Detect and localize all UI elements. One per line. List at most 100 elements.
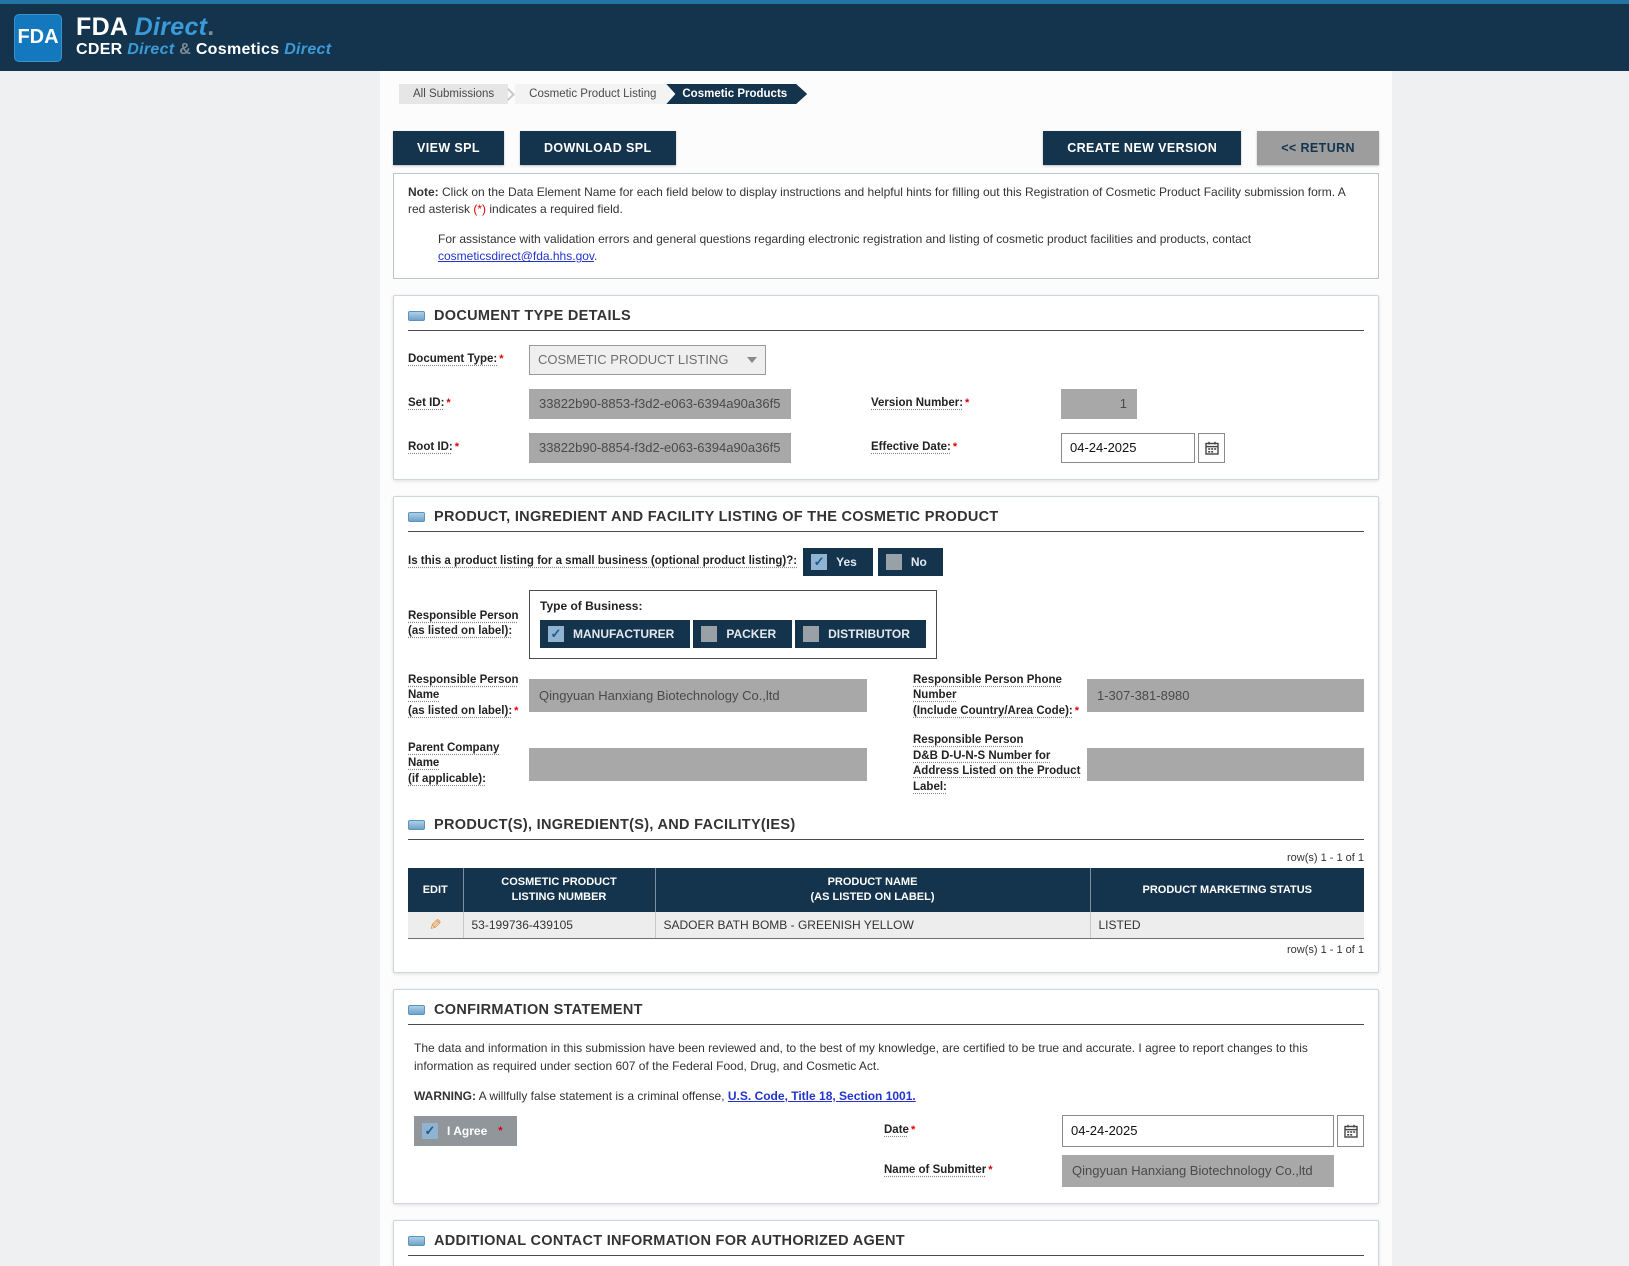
- small-business-toggle: ✓ Yes No: [803, 548, 943, 576]
- i-agree-label: I Agree: [447, 1124, 487, 1138]
- toolbar-right: CREATE NEW VERSION << RETURN: [1043, 131, 1379, 165]
- brand-title-accent: Direct: [135, 13, 208, 41]
- document-type-details-header: DOCUMENT TYPE DETAILS: [408, 308, 1364, 331]
- create-new-version-button[interactable]: CREATE NEW VERSION: [1043, 131, 1241, 165]
- responsible-person-name-value: Qingyuan Hanxiang Biotechnology Co.,ltd: [539, 688, 780, 703]
- unchecked-checkbox-icon: [803, 626, 819, 642]
- collapse-icon[interactable]: [408, 1236, 425, 1246]
- version-number-value: 1: [1120, 396, 1127, 411]
- effective-date-label[interactable]: Effective Date:: [871, 441, 951, 453]
- confirmation-text: The data and information in this submiss…: [408, 1039, 1364, 1075]
- products-facilities-title: PRODUCT(S), INGREDIENT(S), AND FACILITY(…: [434, 817, 795, 833]
- warning-body: A willfully false statement is a crimina…: [476, 1089, 728, 1103]
- effective-date-input[interactable]: [1061, 433, 1195, 463]
- date-label[interactable]: Date: [884, 1124, 909, 1136]
- confirmation-statement-card: CONFIRMATION STATEMENT The data and info…: [393, 989, 1379, 1204]
- brand-title-period: .: [207, 13, 214, 41]
- breadcrumb-cosmetic-products[interactable]: Cosmetic Products: [666, 84, 807, 104]
- us-code-link[interactable]: U.S. Code, Title 18, Section 1001.: [728, 1089, 916, 1103]
- i-agree-checkbox[interactable]: ✓ I Agree *: [414, 1116, 517, 1146]
- required-asterisk: *: [965, 397, 969, 409]
- note-text: Note: Click on the Data Element Name for…: [408, 184, 1364, 219]
- set-id-field: 33822b90-8853-f3d2-e063-6394a90a36f5: [529, 389, 791, 419]
- document-type-details-title: DOCUMENT TYPE DETAILS: [434, 308, 631, 324]
- toolbar: VIEW SPL DOWNLOAD SPL CREATE NEW VERSION…: [393, 131, 1379, 165]
- parent-company-label[interactable]: Parent Company Name (if applicable):: [408, 742, 499, 785]
- document-type-select[interactable]: COSMETIC PRODUCT LISTING: [529, 345, 766, 375]
- required-asterisk: *: [498, 1125, 502, 1137]
- required-asterisk: *: [911, 1124, 915, 1136]
- parent-company-field: [529, 748, 867, 781]
- products-table: EDIT COSMETIC PRODUCT LISTING NUMBER PRO…: [408, 868, 1364, 939]
- page-body: All Submissions Cosmetic Product Listing…: [0, 71, 1629, 1266]
- root-id-label[interactable]: Root ID:: [408, 441, 453, 453]
- root-id-value: 33822b90-8854-f3d2-e063-6394a90a36f5: [539, 440, 780, 455]
- collapse-icon[interactable]: [408, 820, 425, 830]
- required-asterisk: *: [514, 705, 518, 717]
- name-of-submitter-value: Qingyuan Hanxiang Biotechnology Co.,ltd: [1072, 1163, 1313, 1178]
- download-spl-button[interactable]: DOWNLOAD SPL: [520, 131, 676, 165]
- collapse-icon[interactable]: [408, 311, 425, 321]
- manufacturer-label: MANUFACTURER: [573, 627, 674, 641]
- responsible-person-phone-value: 1-307-381-8980: [1097, 688, 1190, 703]
- responsible-person-phone-label[interactable]: Responsible Person Phone Number (Include…: [913, 674, 1073, 717]
- type-of-business-label: Type of Business:: [540, 599, 926, 613]
- checked-checkbox-icon: ✓: [811, 554, 827, 570]
- checked-checkbox-icon: ✓: [422, 1123, 438, 1139]
- collapse-icon[interactable]: [408, 512, 425, 522]
- marketing-status-column-header: PRODUCT MARKETING STATUS: [1090, 868, 1364, 912]
- view-spl-button[interactable]: VIEW SPL: [393, 131, 504, 165]
- duns-number-label[interactable]: Responsible Person D&B D-U-N-S Number fo…: [913, 734, 1080, 793]
- product-listing-card: PRODUCT, INGREDIENT AND FACILITY LISTING…: [393, 496, 1379, 973]
- brand-ampersand: &: [179, 41, 191, 58]
- version-number-field: 1: [1061, 389, 1137, 419]
- collapse-icon[interactable]: [408, 1005, 425, 1015]
- version-number-label[interactable]: Version Number:: [871, 397, 963, 409]
- brand-block: FDA Direct. CDER Direct & Cosmetics Dire…: [76, 15, 331, 59]
- required-asterisk: *: [988, 1164, 992, 1176]
- note-prefix: Note:: [408, 185, 439, 199]
- yes-label: Yes: [836, 555, 857, 569]
- cosmeticsdirect-email-link[interactable]: cosmeticsdirect@fda.hhs.gov: [438, 249, 594, 263]
- duns-number-field: [1087, 748, 1364, 781]
- assistance-text: For assistance with validation errors an…: [408, 231, 1364, 266]
- breadcrumb-cosmetic-product-listing[interactable]: Cosmetic Product Listing: [515, 84, 670, 104]
- responsible-person-name-label[interactable]: Responsible Person Name (as listed on la…: [408, 674, 519, 717]
- required-asterisk: *: [455, 441, 459, 453]
- small-business-yes-checkbox[interactable]: ✓ Yes: [803, 548, 873, 576]
- confirmation-date-input[interactable]: [1062, 1115, 1334, 1147]
- fda-logo: FDA: [14, 14, 62, 62]
- required-asterisk: *: [446, 397, 450, 409]
- document-type-label[interactable]: Document Type:: [408, 353, 497, 365]
- listing-number-cell: 53-199736-439105: [463, 912, 655, 939]
- brand-title: FDA Direct.: [76, 15, 331, 40]
- product-name-column-header: PRODUCT NAME (AS LISTED ON LABEL): [655, 868, 1090, 912]
- assistance-body: For assistance with validation errors an…: [438, 232, 1251, 246]
- packer-label: PACKER: [726, 627, 776, 641]
- packer-checkbox[interactable]: PACKER: [693, 620, 792, 648]
- return-button[interactable]: << RETURN: [1257, 131, 1379, 165]
- calendar-button[interactable]: [1198, 433, 1225, 463]
- set-id-label[interactable]: Set ID:: [408, 397, 444, 409]
- products-facilities-header: PRODUCT(S), INGREDIENT(S), AND FACILITY(…: [408, 817, 1364, 840]
- app-header: FDA FDA Direct. CDER Direct & Cosmetics …: [0, 4, 1629, 71]
- distributor-checkbox[interactable]: DISTRIBUTOR: [795, 620, 926, 648]
- small-business-label[interactable]: Is this a product listing for a small bu…: [408, 555, 797, 567]
- additional-contact-title: ADDITIONAL CONTACT INFORMATION FOR AUTHO…: [434, 1233, 905, 1249]
- name-of-submitter-label[interactable]: Name of Submitter: [884, 1164, 986, 1176]
- additional-contact-header: ADDITIONAL CONTACT INFORMATION FOR AUTHO…: [408, 1233, 1364, 1256]
- calendar-button[interactable]: [1337, 1115, 1364, 1147]
- check-icon: ✓: [551, 626, 562, 642]
- small-business-no-checkbox[interactable]: No: [878, 548, 943, 576]
- edit-icon[interactable]: ✎: [429, 916, 442, 934]
- breadcrumb-all-submissions[interactable]: All Submissions: [399, 84, 508, 104]
- required-asterisk: *: [499, 353, 503, 365]
- type-of-business-box: Type of Business: ✓ MANUFACTURER PACKER …: [529, 590, 937, 659]
- responsible-person-name-field: Qingyuan Hanxiang Biotechnology Co.,ltd: [529, 679, 867, 712]
- row-count-top: row(s) 1 - 1 of 1: [408, 852, 1364, 864]
- calendar-icon: [1344, 1124, 1358, 1138]
- responsible-person-label[interactable]: Responsible Person (as listed on label):: [408, 610, 519, 638]
- table-row: ✎ 53-199736-439105 SADOER BATH BOMB - GR…: [408, 912, 1364, 939]
- fda-logo-text: FDA: [17, 26, 58, 49]
- manufacturer-checkbox[interactable]: ✓ MANUFACTURER: [540, 620, 690, 648]
